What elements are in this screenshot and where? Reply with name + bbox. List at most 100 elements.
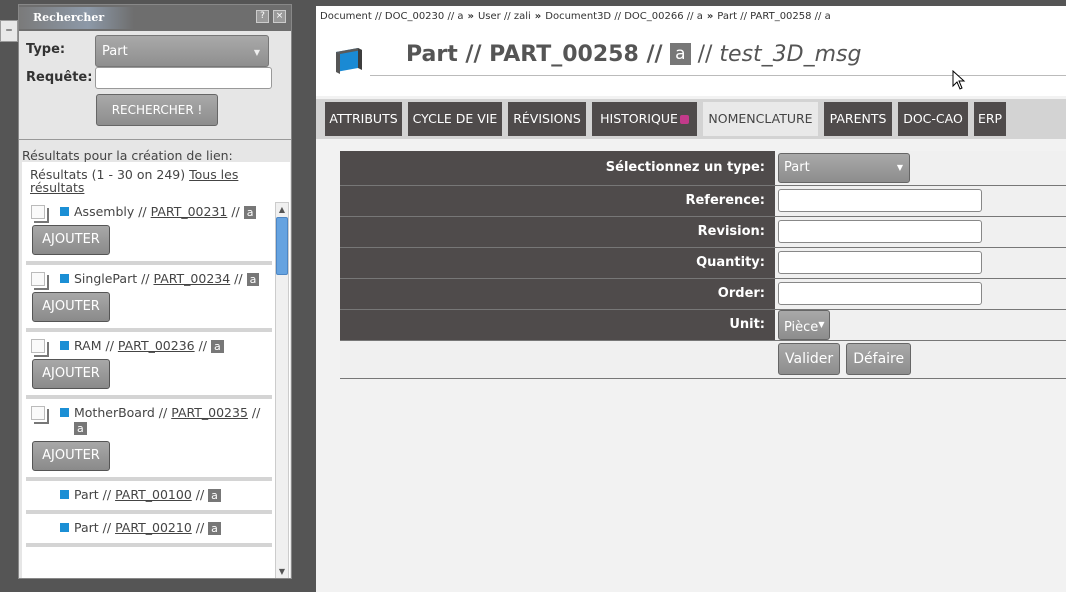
add-button[interactable]: AJOUTER <box>32 359 110 389</box>
breadcrumb-separator: » <box>534 11 542 22</box>
results-title: Résultats pour la création de lien: <box>22 148 233 163</box>
title-reference: PART_00258 <box>489 42 639 67</box>
tab-cycle-de-vie[interactable]: CYCLE DE VIE <box>408 102 502 136</box>
result-type: MotherBoard <box>74 405 155 420</box>
result-reference-link[interactable]: PART_00231 <box>151 204 228 219</box>
breadcrumb-separator: » <box>706 11 714 22</box>
scroll-down-icon[interactable]: ▼ <box>276 565 288 578</box>
result-type: RAM <box>74 338 102 353</box>
title-sep-2: // <box>638 42 671 67</box>
tab-label: CYCLE DE VIE <box>412 111 498 126</box>
add-child-form: Sélectionnez un type: Part ▼ Reference: … <box>340 151 1066 379</box>
document-icon <box>31 339 49 357</box>
document-icon <box>31 272 49 290</box>
result-reference-link[interactable]: PART_00236 <box>118 338 195 353</box>
tab-doc-cao[interactable]: DOC-CAO <box>898 102 968 136</box>
search-panel-header: Rechercher ? × <box>19 5 291 31</box>
tab-attributs[interactable]: ATTRIBUTS <box>325 102 402 136</box>
close-icon[interactable]: × <box>273 10 286 23</box>
result-revision-badge: a <box>246 273 260 286</box>
result-type: SinglePart <box>74 271 138 286</box>
add-button[interactable]: AJOUTER <box>32 292 110 322</box>
tab-parents[interactable]: PARENTS <box>824 102 892 136</box>
result-sep: // <box>194 338 211 353</box>
reference-input[interactable] <box>778 189 982 212</box>
result-line: Part // PART_00210 // a <box>26 520 272 535</box>
actions-spacer <box>340 340 775 379</box>
result-item: Part // PART_00210 // a <box>26 514 272 547</box>
unit-select[interactable]: Pièce▼ <box>778 309 831 340</box>
result-line: Part // PART_00100 // a <box>26 487 272 502</box>
result-sep: // <box>98 487 116 502</box>
result-type: Part <box>74 520 99 535</box>
part-type-icon <box>60 523 69 532</box>
part-type-icon <box>60 408 69 417</box>
add-button[interactable]: AJOUTER <box>32 441 110 471</box>
chevron-down-icon: ▼ <box>896 162 903 172</box>
result-line: Assembly // PART_00231 // a <box>26 204 272 223</box>
add-button[interactable]: AJOUTER <box>32 225 110 255</box>
help-icon[interactable]: ? <box>256 10 269 23</box>
search-panel-title: Rechercher <box>19 7 135 29</box>
search-panel: Rechercher ? × Type: Part ▼ Requête: REC… <box>18 4 292 579</box>
result-reference-link[interactable]: PART_00234 <box>153 271 230 286</box>
part-type-icon <box>60 490 69 499</box>
scrollbar[interactable]: ▲ ▼ <box>275 202 289 578</box>
result-sep: // <box>137 271 154 286</box>
result-reference-link[interactable]: PART_00210 <box>115 520 192 535</box>
part-type-icon <box>60 207 69 216</box>
part-type-icon <box>60 341 69 350</box>
scroll-up-icon[interactable]: ▲ <box>276 203 288 216</box>
result-reference-link[interactable]: PART_00100 <box>115 487 192 502</box>
main-content: Document // DOC_00230 // a» User // zali»… <box>316 6 1066 592</box>
order-input[interactable] <box>778 282 982 305</box>
tab-historique[interactable]: HISTORIQUE <box>592 102 697 136</box>
breadcrumb-item[interactable]: User // zali <box>478 11 531 22</box>
form-type-select[interactable]: Part ▼ <box>778 152 910 183</box>
type-select[interactable]: Part ▼ <box>95 35 269 67</box>
result-line: SinglePart // PART_00234 // a <box>26 271 272 290</box>
rss-icon[interactable] <box>679 115 689 124</box>
result-line: RAM // PART_00236 // a <box>26 338 272 357</box>
validate-button[interactable]: Valider <box>778 343 841 375</box>
document-icon <box>31 205 49 223</box>
chevron-down-icon: ▼ <box>818 319 825 329</box>
revision-input[interactable] <box>778 220 982 243</box>
result-item: SinglePart // PART_00234 // a AJOUTER <box>26 265 272 332</box>
quantity-label: Quantity: <box>340 247 775 279</box>
result-line: MotherBoard // PART_00235 // a <box>26 405 272 435</box>
tab-nomenclature[interactable]: NOMENCLATURE <box>703 102 818 136</box>
type-select-value: Part <box>102 44 128 59</box>
breadcrumb-item[interactable]: Document3D // DOC_00266 // a <box>545 11 703 22</box>
search-button[interactable]: RECHERCHER ! <box>96 94 218 126</box>
unit-label: Unit: <box>340 309 775 341</box>
form-type-value: Part <box>784 159 810 175</box>
query-label: Requête: <box>26 70 93 85</box>
collapse-panel-button[interactable]: – <box>0 20 18 42</box>
part-type-icon <box>60 274 69 283</box>
undo-button[interactable]: Défaire <box>846 343 912 375</box>
query-input[interactable] <box>95 67 272 89</box>
breadcrumb: Document // DOC_00230 // a» User // zali»… <box>316 6 1066 30</box>
result-revision-badge: a <box>208 522 221 535</box>
tab-r-visions[interactable]: RÉVISIONS <box>508 102 586 136</box>
breadcrumb-item[interactable]: Document // DOC_00230 // a <box>320 11 464 22</box>
scroll-thumb[interactable] <box>276 217 288 275</box>
title-sep-3: // <box>690 42 720 67</box>
result-sep: // <box>134 204 151 219</box>
tab-label: HISTORIQUE <box>600 111 678 126</box>
breadcrumb-item[interactable]: Part // PART_00258 // a <box>717 11 830 22</box>
tab-erp[interactable]: ERP <box>974 102 1006 136</box>
result-sep: // <box>247 405 261 420</box>
quantity-input[interactable] <box>778 251 982 274</box>
result-reference-link[interactable]: PART_00235 <box>171 405 248 420</box>
result-sep: // <box>191 520 209 535</box>
title-type: Part <box>406 42 458 67</box>
result-sep: // <box>191 487 209 502</box>
result-revision-badge: a <box>243 206 257 219</box>
result-item: Part // PART_00100 // a <box>26 481 272 514</box>
result-item: RAM // PART_00236 // a AJOUTER <box>26 332 272 399</box>
result-revision-badge: a <box>210 340 224 353</box>
chevron-down-icon: ▼ <box>253 48 260 57</box>
result-revision-badge: a <box>208 489 221 502</box>
